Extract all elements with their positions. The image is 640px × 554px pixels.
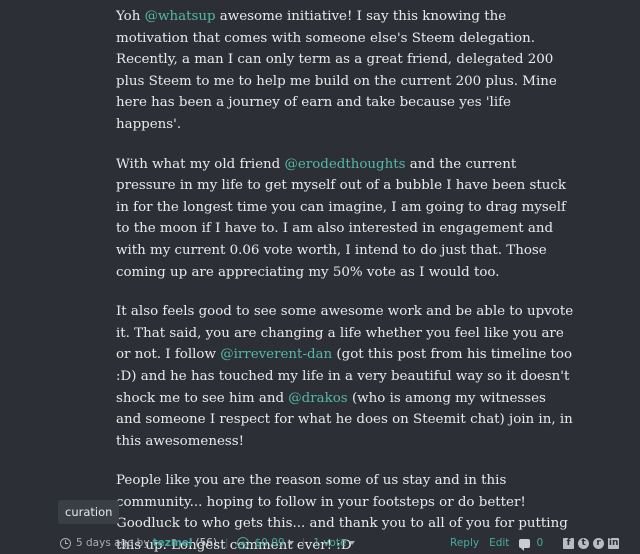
comment-paragraph: It also feels good to see some awesome w…	[116, 301, 574, 452]
comment-text: Yoh	[116, 9, 145, 24]
user-mention-link[interactable]: @drakos	[288, 391, 347, 406]
linkedin-icon[interactable]: in	[608, 537, 620, 549]
comment-paragraph: With what my old friend @erodedthoughts …	[116, 154, 574, 284]
comment-footer: 5 days ago by tezmel (56) | $0.09 | 1 vo…	[60, 534, 640, 552]
comment-icon	[519, 538, 531, 551]
comment-body: Yoh @whatsup awesome initiative! I say t…	[116, 6, 574, 554]
comment-text: and the current pressure in my life to g…	[116, 156, 566, 280]
reddit-icon[interactable]: r	[593, 537, 605, 549]
tag-curation[interactable]: curation	[58, 500, 120, 524]
comment-page: Yoh @whatsup awesome initiative! I say t…	[0, 0, 640, 554]
clock-icon	[60, 537, 71, 549]
reputation-badge: (56)	[195, 537, 218, 549]
comment-text: awesome initiative! I say this knowing t…	[116, 9, 557, 132]
comment-text: With what my old friend	[116, 156, 285, 172]
edit-button[interactable]: Edit	[489, 537, 509, 549]
timestamp[interactable]: 5 days ago	[76, 537, 134, 549]
reply-button[interactable]: Reply	[450, 537, 479, 549]
upvote-icon[interactable]	[236, 537, 249, 549]
by-label: by	[136, 537, 150, 549]
payout-value[interactable]: $0.09	[255, 537, 285, 549]
chevron-down-icon[interactable]	[349, 541, 356, 545]
comment-count[interactable]: 0	[536, 537, 543, 549]
comment-actions: Reply Edit 0 f t r in	[450, 534, 623, 552]
divider: |	[225, 537, 229, 549]
divider: |	[301, 537, 306, 549]
chevron-down-icon[interactable]	[287, 541, 294, 545]
facebook-icon[interactable]: f	[563, 537, 575, 549]
author-link[interactable]: tezmel	[153, 537, 193, 549]
twitter-icon[interactable]: t	[578, 537, 590, 549]
comment-paragraph: Yoh @whatsup awesome initiative! I say t…	[116, 6, 574, 136]
user-mention-link[interactable]: @whatsup	[145, 9, 216, 24]
votes-link[interactable]: 1 vote	[313, 537, 346, 549]
user-mention-link[interactable]: @erodedthoughts	[285, 157, 406, 172]
user-mention-link[interactable]: @irreverent-dan	[220, 347, 332, 362]
